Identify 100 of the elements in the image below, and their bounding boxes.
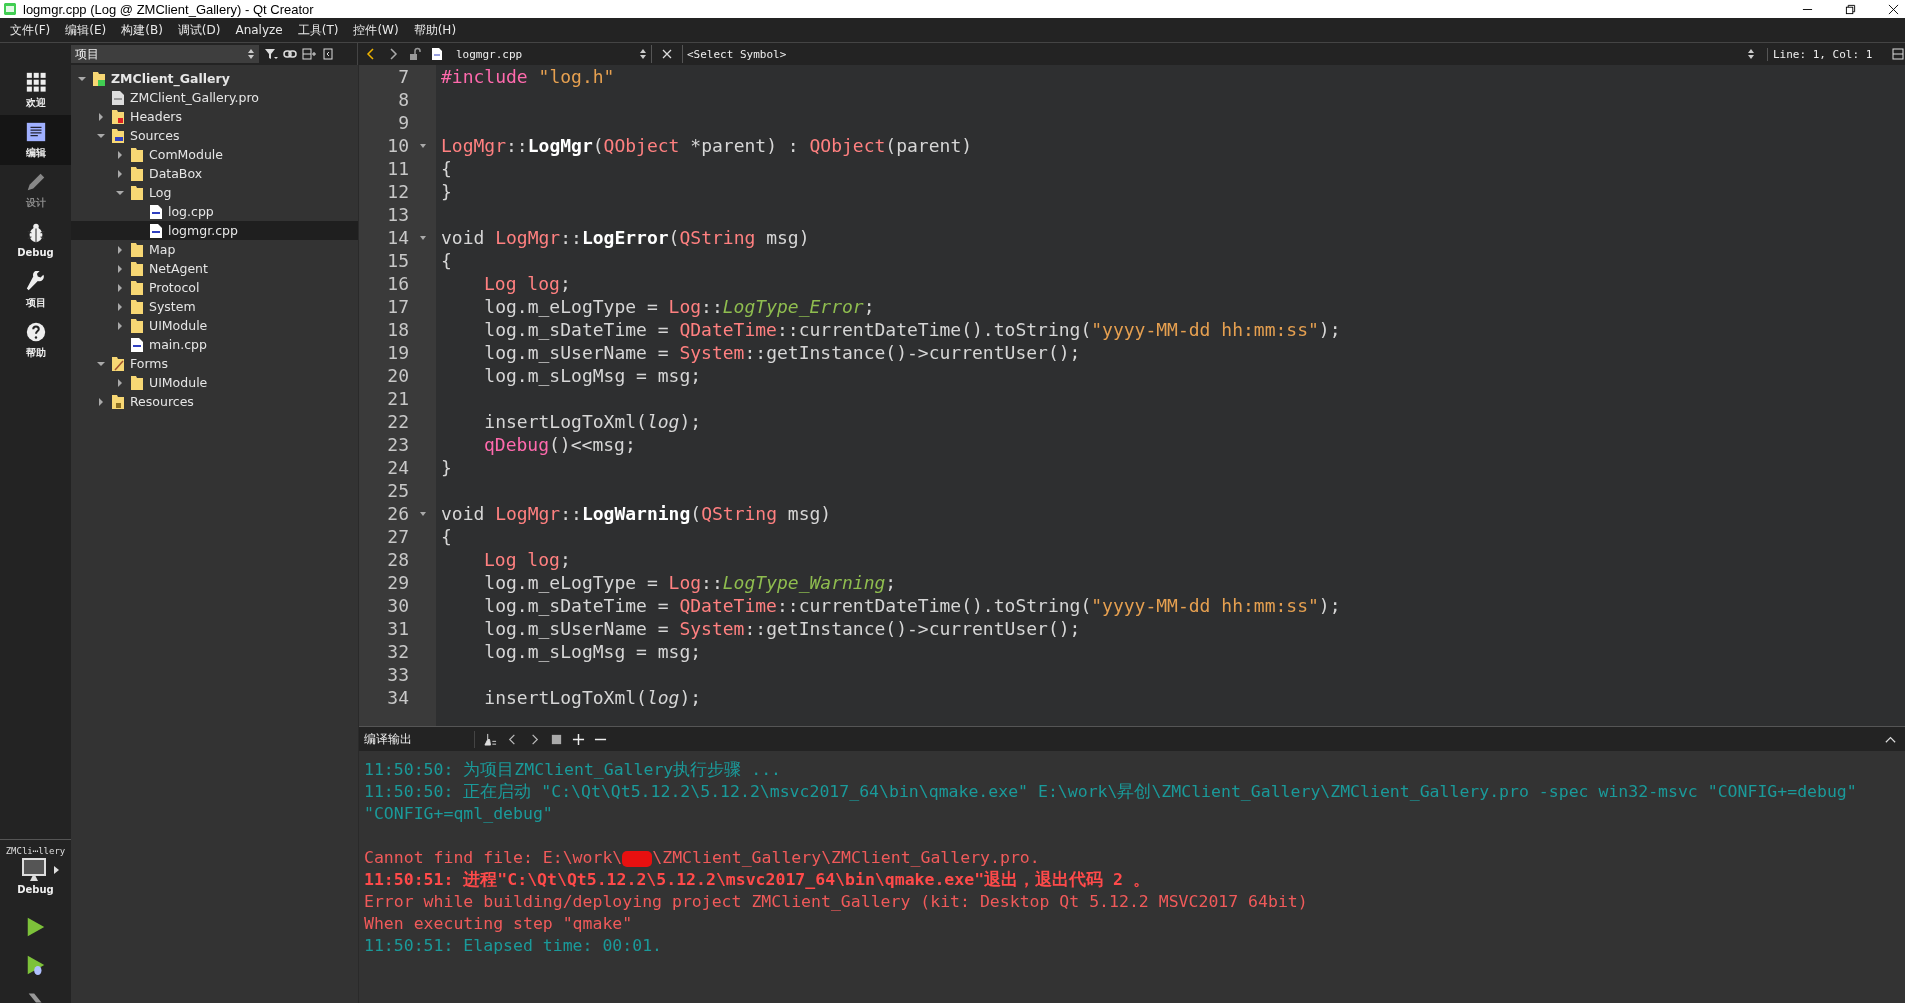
file-dropdown[interactable]: logmgr.cpp — [452, 45, 652, 63]
mode-button[interactable]: 帮助 — [0, 315, 71, 365]
tree-item[interactable]: Protocol — [71, 278, 358, 297]
tree-item[interactable]: Forms — [71, 354, 358, 373]
mode-button[interactable]: 项目 — [0, 265, 71, 315]
close-panel-icon[interactable] — [321, 47, 335, 61]
line-number: 8 — [397, 89, 409, 110]
tree-item[interactable]: UIModule — [71, 373, 358, 392]
tree-item[interactable]: Log — [71, 183, 358, 202]
line-number: 25 — [386, 480, 409, 501]
folder-icon — [111, 355, 125, 372]
expand-arrow-icon[interactable] — [115, 244, 125, 255]
menu-item[interactable]: Analyze — [235, 23, 283, 37]
line-number: 11 — [386, 158, 409, 179]
menu-item[interactable]: 帮助(H) — [413, 21, 457, 39]
tree-item[interactable]: System — [71, 297, 358, 316]
folder-icon — [130, 317, 144, 334]
output-line: 11:50:50: 正在启动 "C:\Qt\Qt5.12.2\5.12.2\msvc2017_64\bin\qmake.exe" E:\work\昇创\ZMClient_Gallery\ZMClient_Gallery.pro -spec win32-msvc "CONFIG+=debug" "CONFIG+=qml_debug" — [364, 781, 1858, 825]
code-line: log.m_eLogType = Log::LogType_Warning; — [483, 572, 897, 593]
dropdown-arrows-icon — [639, 48, 647, 60]
close-icon[interactable] — [660, 47, 674, 61]
tree-item[interactable]: ZMClient_Gallery — [71, 69, 358, 88]
expand-arrow-icon[interactable] — [96, 111, 106, 122]
close-icon[interactable] — [1888, 3, 1899, 15]
view-dropdown[interactable]: 项目 — [71, 45, 259, 63]
menu-item[interactable]: 控件(W) — [353, 21, 399, 39]
line-number: 10 — [386, 135, 409, 156]
code-line: #include "log.h" — [441, 66, 615, 87]
output-line: 11:50:50: 为项目ZMClient_Gallery执行步骤 ... — [364, 759, 782, 781]
line-number: 21 — [386, 388, 409, 409]
code-line: log.m_sLogMsg = msg; — [483, 641, 702, 662]
menu-item[interactable]: 编辑(E) — [65, 21, 107, 39]
filter-icon[interactable] — [264, 47, 278, 61]
tree-item[interactable]: DataBox — [71, 164, 358, 183]
expand-arrow-icon[interactable] — [115, 320, 125, 331]
window-title: logmgr.cpp (Log @ ZMClient_Gallery) - Qt Creator — [23, 1, 314, 17]
line-number: 14 — [386, 227, 409, 248]
code-line: { — [441, 158, 452, 179]
expand-arrow-icon[interactable] — [115, 149, 125, 160]
stop-icon[interactable] — [550, 732, 563, 746]
fold-arrow-icon[interactable] — [418, 509, 427, 518]
output-line: 11:50:51: Elapsed time: 00:01. — [364, 935, 663, 957]
line-number: 9 — [397, 112, 409, 133]
line-number: 18 — [386, 319, 409, 340]
broom-icon[interactable] — [484, 732, 497, 746]
tree-item[interactable]: UIModule — [71, 316, 358, 335]
mode-button[interactable]: Debug — [0, 215, 71, 265]
expand-arrow-icon[interactable] — [115, 282, 125, 293]
expand-arrow-icon[interactable] — [96, 396, 106, 407]
tree-item[interactable]: log.cpp — [71, 202, 358, 221]
code-line: } — [441, 181, 452, 202]
code-line: log.m_sUserName = System::getInstance()->currentUser(); — [483, 342, 1081, 363]
tree-item[interactable]: NetAgent — [71, 259, 358, 278]
line-number: 27 — [386, 526, 409, 547]
tree-item[interactable]: ZMClient_Gallery.pro — [71, 88, 358, 107]
menu-item[interactable]: 工具(T) — [297, 21, 339, 39]
tree-item[interactable]: Sources — [71, 126, 358, 145]
menu-item[interactable]: 文件(F) — [10, 21, 51, 39]
line-number: 26 — [386, 503, 409, 524]
tree-item[interactable]: main.cpp — [71, 335, 358, 354]
code-line: log.m_sLogMsg = msg; — [483, 365, 702, 386]
mode-button[interactable]: 欢迎 — [0, 65, 71, 115]
restore-icon[interactable] — [1845, 3, 1856, 15]
tree-item[interactable]: logmgr.cpp — [71, 221, 358, 240]
folder-icon — [130, 184, 144, 201]
folder-icon — [111, 108, 125, 125]
tree-item[interactable]: Resources — [71, 392, 358, 411]
file-icon — [149, 222, 163, 239]
line-number: 13 — [386, 204, 409, 225]
tree-item[interactable]: Map — [71, 240, 358, 259]
link-icon[interactable] — [283, 47, 297, 61]
split-icon[interactable] — [302, 47, 316, 61]
expand-arrow-icon[interactable] — [115, 168, 125, 179]
lock-icon[interactable] — [408, 47, 422, 61]
code-line: insertLogToXml(log); — [483, 411, 702, 432]
menu-item[interactable]: 调试(D) — [177, 21, 221, 39]
line-number: 15 — [386, 250, 409, 271]
cursor-position[interactable]: Line: 1, Col: 1 — [1767, 47, 1883, 61]
symbol-dropdown[interactable]: <Select Symbol> — [682, 45, 1759, 63]
line-number: 30 — [386, 595, 409, 616]
code-line: void LogMgr::LogWarning(QString msg) — [441, 503, 832, 524]
file-icon — [149, 203, 163, 220]
panel-title: 编译输出 — [364, 730, 475, 748]
expand-arrow-icon[interactable] — [115, 301, 125, 312]
tree-item[interactable]: ComModule — [71, 145, 358, 164]
menu-item[interactable]: 构建(B) — [121, 21, 163, 39]
code-line: log.m_sDateTime = QDateTime::currentDateTime().toString("yyyy-MM-dd hh:mm:ss"); — [483, 595, 1341, 616]
mode-button[interactable]: 编辑 — [0, 115, 71, 165]
grid-icon — [24, 70, 47, 93]
line-number: 23 — [386, 434, 409, 455]
fold-arrow-icon[interactable] — [418, 233, 427, 242]
folder-icon — [130, 165, 144, 182]
dropdown-arrows-icon — [1747, 48, 1755, 60]
help-icon — [24, 320, 47, 343]
expand-arrow-icon[interactable] — [115, 377, 125, 388]
fold-arrow-icon[interactable] — [418, 141, 427, 150]
zoom-in-icon[interactable] — [572, 732, 585, 746]
expand-arrow-icon[interactable] — [115, 263, 125, 274]
split-icon[interactable] — [1891, 47, 1905, 61]
tree-item[interactable]: Headers — [71, 107, 358, 126]
